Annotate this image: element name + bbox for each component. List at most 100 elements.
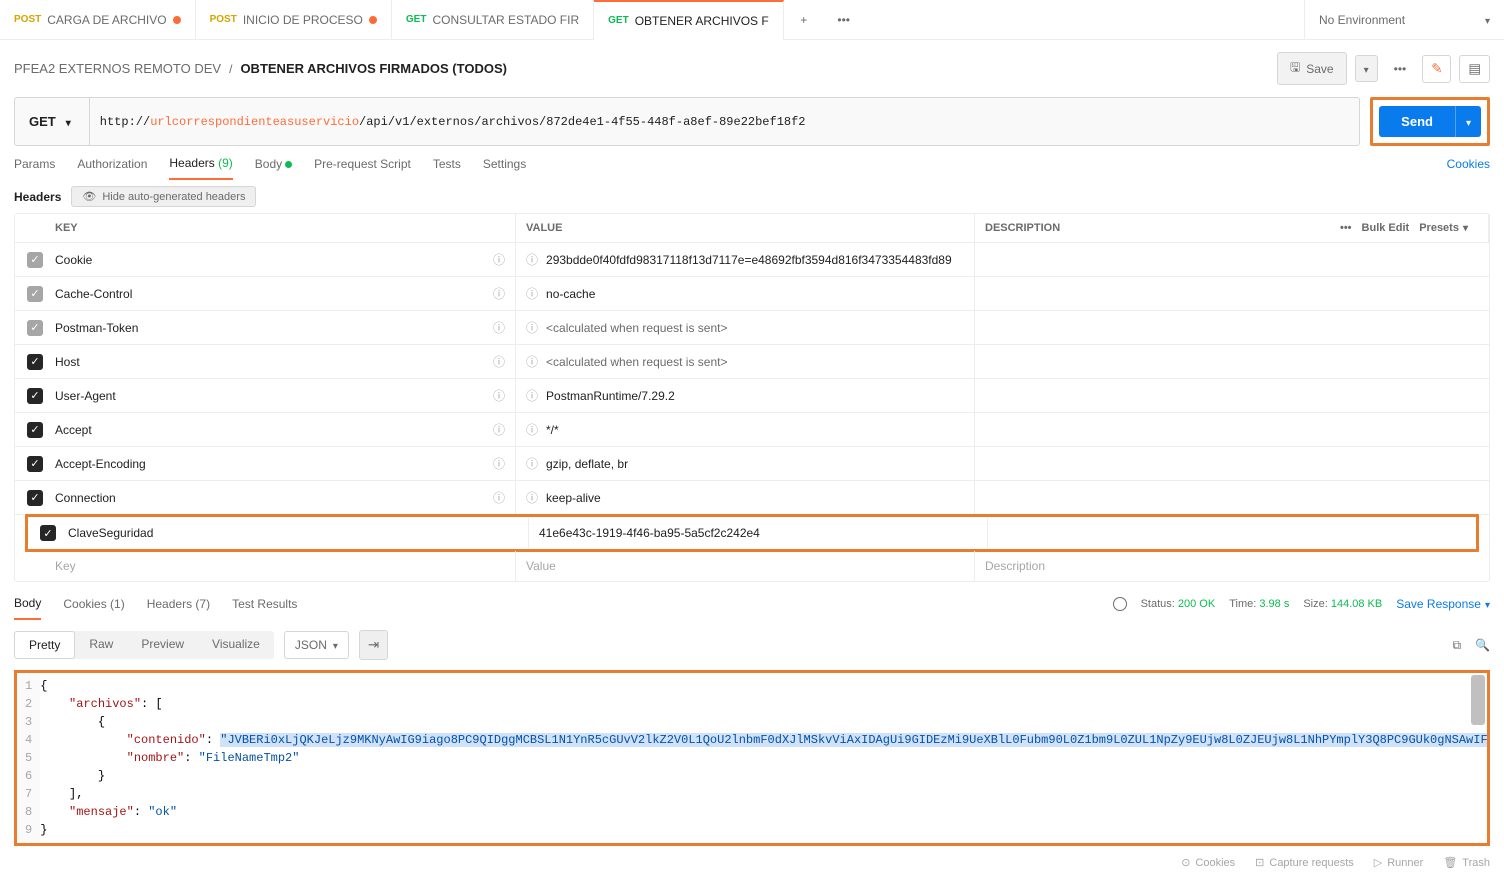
subtab-settings[interactable]: Settings	[483, 157, 526, 179]
subtab-authorization[interactable]: Authorization	[77, 157, 147, 179]
footer-cookies[interactable]: ⊙Cookies	[1181, 856, 1235, 869]
cookies-link[interactable]: Cookies	[1447, 157, 1490, 179]
header-value-input[interactable]: ⓘ293bdde0f40fdfd98317118f13d7117e=e48692…	[515, 243, 975, 276]
header-key-input[interactable]: Acceptⓘ	[55, 413, 515, 446]
subtab-headers[interactable]: Headers (9)	[169, 156, 232, 180]
subtab-body[interactable]: Body	[255, 157, 292, 179]
info-icon[interactable]: ⓘ	[526, 285, 538, 302]
header-key-input[interactable]: ClaveSeguridad	[68, 518, 528, 548]
header-key-input[interactable]: Hostⓘ	[55, 345, 515, 378]
wrap-lines-button[interactable]: ⇥	[359, 630, 388, 660]
header-key-input[interactable]: User-Agentⓘ	[55, 379, 515, 412]
header-desc-input[interactable]	[975, 456, 1489, 472]
info-icon[interactable]: ⓘ	[526, 421, 538, 438]
header-desc-input[interactable]	[975, 490, 1489, 506]
new-desc-input[interactable]: Description	[975, 551, 1489, 581]
comment-icon-button[interactable]: ▤	[1459, 55, 1490, 83]
scrollbar[interactable]	[1471, 675, 1485, 725]
search-icon[interactable]: 🔍	[1475, 638, 1490, 653]
header-value-input[interactable]: ⓘkeep-alive	[515, 481, 975, 514]
view-pretty[interactable]: Pretty	[14, 631, 75, 659]
header-value-input[interactable]: ⓘPostmanRuntime/7.29.2	[515, 379, 975, 412]
header-desc-input[interactable]	[975, 252, 1489, 268]
breadcrumb-request-name[interactable]: OBTENER ARCHIVOS FIRMADOS (TODOS)	[240, 61, 507, 76]
copy-icon[interactable]: ⧉	[1452, 638, 1461, 653]
header-value-input[interactable]: ⓘno-cache	[515, 277, 975, 310]
presets-link[interactable]: Presets	[1419, 222, 1468, 234]
footer-runner[interactable]: ▷Runner	[1374, 856, 1424, 869]
breadcrumb-collection[interactable]: PFEA2 EXTERNOS REMOTO DEV	[14, 61, 221, 76]
resp-tab-cookies[interactable]: Cookies (1)	[63, 597, 124, 619]
method-select[interactable]: GET	[15, 98, 90, 145]
header-key-input[interactable]: Cache-Controlⓘ	[55, 277, 515, 310]
row-checkbox[interactable]	[40, 525, 56, 541]
send-button[interactable]: Send	[1379, 106, 1455, 137]
footer-capture[interactable]: ⊡Capture requests	[1255, 856, 1354, 869]
header-key-input[interactable]: Postman-Tokenⓘ	[55, 311, 515, 344]
view-preview[interactable]: Preview	[127, 631, 198, 659]
header-desc-input[interactable]	[975, 388, 1489, 404]
footer-trash[interactable]: 🗑Trash	[1443, 856, 1490, 869]
more-columns-button[interactable]: •••	[1340, 222, 1352, 234]
new-value-input[interactable]: Value	[515, 551, 975, 581]
row-checkbox[interactable]	[27, 490, 43, 506]
tab-consultar[interactable]: GET CONSULTAR ESTADO FIR	[392, 0, 594, 40]
view-raw[interactable]: Raw	[75, 631, 127, 659]
resp-tab-tests[interactable]: Test Results	[232, 597, 297, 619]
subtab-prerequest[interactable]: Pre-request Script	[314, 157, 411, 179]
url-input[interactable]: http://urlcorrespondienteasuservicio/api…	[90, 98, 1359, 145]
header-value-input[interactable]: ⓘ<calculated when request is sent>	[515, 345, 975, 378]
tab-carga[interactable]: POST CARGA DE ARCHIVO	[0, 0, 196, 40]
info-icon[interactable]: ⓘ	[493, 285, 505, 302]
row-checkbox[interactable]	[27, 354, 43, 370]
header-key-input[interactable]: Connectionⓘ	[55, 481, 515, 514]
hide-autogen-button[interactable]: 👁 Hide auto-generated headers	[71, 186, 256, 207]
info-icon[interactable]: ⓘ	[493, 251, 505, 268]
info-icon[interactable]: ⓘ	[493, 353, 505, 370]
header-desc-input[interactable]	[975, 286, 1489, 302]
more-actions-button[interactable]: •••	[1386, 57, 1415, 81]
bulk-edit-link[interactable]: Bulk Edit	[1362, 222, 1410, 234]
environment-select[interactable]: No Environment	[1304, 0, 1504, 40]
info-icon[interactable]: ⓘ	[526, 489, 538, 506]
header-value-input[interactable]: ⓘgzip, deflate, br	[515, 447, 975, 480]
header-value-input[interactable]: 41e6e43c-1919-4f46-ba95-5a5cf2c242e4	[528, 518, 988, 548]
tab-obtener[interactable]: GET OBTENER ARCHIVOS F	[594, 0, 784, 40]
edit-icon-button[interactable]: ✎	[1422, 55, 1451, 83]
info-icon[interactable]: ⓘ	[493, 489, 505, 506]
info-icon[interactable]: ⓘ	[526, 387, 538, 404]
header-value-input[interactable]: ⓘ*/*	[515, 413, 975, 446]
network-icon[interactable]	[1113, 597, 1127, 611]
resp-tab-headers[interactable]: Headers (7)	[147, 597, 210, 619]
new-tab-button[interactable]: +	[784, 13, 824, 27]
send-dropdown-button[interactable]	[1455, 106, 1481, 137]
row-checkbox[interactable]	[27, 456, 43, 472]
row-checkbox[interactable]	[27, 286, 43, 302]
more-tabs-button[interactable]: •••	[824, 13, 864, 27]
header-desc-input[interactable]	[975, 354, 1489, 370]
save-dropdown-button[interactable]	[1355, 55, 1378, 82]
info-icon[interactable]: ⓘ	[493, 319, 505, 336]
row-checkbox[interactable]	[27, 320, 43, 336]
resp-tab-body[interactable]: Body	[14, 596, 41, 620]
header-value-input[interactable]: ⓘ<calculated when request is sent>	[515, 311, 975, 344]
info-icon[interactable]: ⓘ	[526, 319, 538, 336]
subtab-params[interactable]: Params	[14, 157, 55, 179]
row-checkbox[interactable]	[27, 422, 43, 438]
header-key-input[interactable]: Accept-Encodingⓘ	[55, 447, 515, 480]
view-visualize[interactable]: Visualize	[198, 631, 274, 659]
info-icon[interactable]: ⓘ	[493, 421, 505, 438]
info-icon[interactable]: ⓘ	[526, 353, 538, 370]
new-key-input[interactable]: Key	[55, 551, 515, 581]
response-body[interactable]: 123456789 { "archivos": [ { "contenido":…	[17, 673, 1487, 843]
format-select[interactable]: JSON	[284, 631, 349, 659]
info-icon[interactable]: ⓘ	[526, 455, 538, 472]
subtab-tests[interactable]: Tests	[433, 157, 461, 179]
info-icon[interactable]: ⓘ	[493, 387, 505, 404]
row-checkbox[interactable]	[27, 388, 43, 404]
header-desc-input[interactable]	[975, 422, 1489, 438]
header-desc-input[interactable]	[988, 525, 1476, 541]
header-key-input[interactable]: Cookieⓘ	[55, 243, 515, 276]
tab-inicio[interactable]: POST INICIO DE PROCESO	[196, 0, 392, 40]
info-icon[interactable]: ⓘ	[526, 251, 538, 268]
